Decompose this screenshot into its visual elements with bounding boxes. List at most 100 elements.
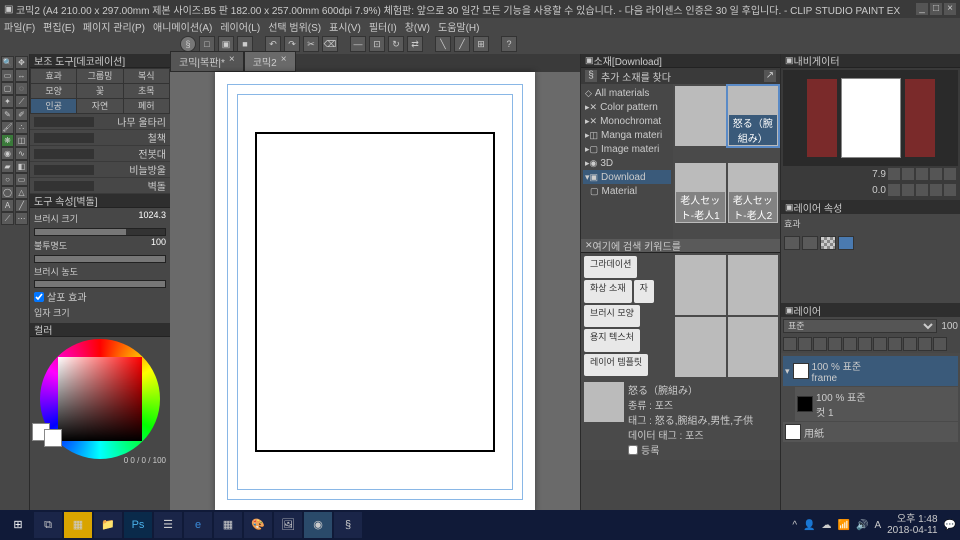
tray-people-icon[interactable]: 👤 xyxy=(803,520,815,531)
tray-up-icon[interactable]: ^ xyxy=(792,520,797,531)
add-material-icon[interactable]: § xyxy=(585,70,597,82)
layer-tool-icon[interactable] xyxy=(828,337,842,351)
taskbar-app[interactable]: § xyxy=(334,512,362,538)
snap-icon[interactable]: ⊞ xyxy=(473,36,489,52)
taskbar-app[interactable]: ▦ xyxy=(64,512,92,538)
open-button[interactable]: ▣ xyxy=(218,36,234,52)
ruler-tool[interactable]: △ xyxy=(15,186,28,199)
line-tool[interactable]: ╱ xyxy=(15,199,28,212)
taskbar-app[interactable]: 📁 xyxy=(94,512,122,538)
taskbar-app[interactable]: e xyxy=(184,512,212,538)
text-tool[interactable]: A xyxy=(1,199,14,212)
document-tab[interactable]: 코믹2× xyxy=(244,51,296,72)
menu-layer[interactable]: 레이어(L) xyxy=(220,19,260,34)
operation-tool[interactable]: ▭ xyxy=(1,69,14,82)
layer-item[interactable]: 100 % 표준컷 1 xyxy=(795,387,958,421)
rotate-icon[interactable]: ↻ xyxy=(388,36,404,52)
new-button[interactable]: □ xyxy=(199,36,215,52)
blend-tool[interactable]: ◉ xyxy=(1,147,14,160)
nav-zoom-value[interactable]: 7.9 xyxy=(872,169,886,180)
close-button[interactable]: × xyxy=(944,3,956,15)
delete-button[interactable]: ⌫ xyxy=(322,36,338,52)
page[interactable] xyxy=(215,72,535,512)
tag-chip[interactable]: 화상 소재 xyxy=(584,280,632,302)
subtool-tab[interactable]: 복식 xyxy=(124,69,169,83)
layer-tool-icon[interactable] xyxy=(903,337,917,351)
subtool-tab[interactable]: 폐허 xyxy=(124,99,169,113)
color-swatches[interactable] xyxy=(32,423,62,447)
nav-100-icon[interactable] xyxy=(930,168,942,180)
tree-item[interactable]: ▸◉ 3D xyxy=(583,156,671,170)
nav-zoom-out-icon[interactable] xyxy=(888,168,900,180)
material-thumb[interactable] xyxy=(728,317,779,377)
grid-icon[interactable]: ╱ xyxy=(454,36,470,52)
gradient-tool[interactable]: ◧ xyxy=(15,160,28,173)
start-button[interactable]: ⊞ xyxy=(4,512,32,538)
subtool-tab[interactable]: 꽃 xyxy=(77,84,122,98)
density-slider[interactable] xyxy=(34,280,166,288)
pencil-tool[interactable]: ✐ xyxy=(15,108,28,121)
tab-close-icon[interactable]: × xyxy=(229,54,235,69)
clip-studio-icon[interactable]: § xyxy=(180,36,196,52)
taskbar-app[interactable]: 🎨 xyxy=(244,512,272,538)
tree-item[interactable]: ▸◫ Manga materi xyxy=(583,128,671,142)
minimize-button[interactable]: _ xyxy=(916,3,928,15)
subtool-tab[interactable]: 자연 xyxy=(77,99,122,113)
layer-opacity-value[interactable]: 100 xyxy=(941,321,958,332)
brush-size-value[interactable]: 1024.3 xyxy=(138,210,166,227)
effect-color-icon[interactable] xyxy=(838,236,854,250)
tree-item[interactable]: ▸▢ Image materi xyxy=(583,142,671,156)
layer-tool-icon[interactable] xyxy=(813,337,827,351)
liquify-tool[interactable]: ∿ xyxy=(15,147,28,160)
search-header[interactable]: ✕ 여기에 검색 키워드를 xyxy=(581,239,780,253)
brush-item[interactable]: 나무 울타리 xyxy=(30,114,170,130)
cut-button[interactable]: ✂ xyxy=(303,36,319,52)
material-thumb[interactable] xyxy=(675,317,726,377)
scatter-checkbox[interactable]: 살포 효과 xyxy=(34,289,166,304)
register-checkbox[interactable]: 등록 xyxy=(628,442,753,457)
maximize-button[interactable]: □ xyxy=(930,3,942,15)
eraser-tool[interactable]: ◫ xyxy=(15,134,28,147)
save-button[interactable]: ■ xyxy=(237,36,253,52)
tab-close-icon[interactable]: × xyxy=(281,54,287,69)
help-button[interactable]: ? xyxy=(501,36,517,52)
navigator-thumb[interactable] xyxy=(841,78,901,158)
canvas-area[interactable] xyxy=(170,72,580,512)
material-thumb[interactable] xyxy=(675,255,726,315)
document-tab[interactable]: 코믹|복판|*× xyxy=(170,51,244,72)
tray-ime-icon[interactable]: A xyxy=(874,520,881,531)
tree-item[interactable]: ◇ All materials xyxy=(583,86,671,100)
tag-chip[interactable]: 그라데이션 xyxy=(584,256,637,278)
tree-item[interactable]: ▸✕ Color pattern xyxy=(583,100,671,114)
menu-window[interactable]: 창(W) xyxy=(405,19,430,34)
layer-item[interactable]: ▾ 100 % 표준frame xyxy=(783,356,958,386)
tag-chip[interactable]: 브러시 모양 xyxy=(584,305,640,327)
brush-tool[interactable]: 🖌 xyxy=(1,121,14,134)
nav-icon[interactable] xyxy=(930,184,942,196)
layer-tool-icon[interactable] xyxy=(783,337,797,351)
move-tool[interactable]: ✥ xyxy=(15,56,28,69)
flip-icon[interactable]: ⇄ xyxy=(407,36,423,52)
subtool-tab[interactable]: 그룹밍 xyxy=(77,69,122,83)
notification-icon[interactable]: 💬 xyxy=(944,520,956,531)
material-thumb[interactable] xyxy=(728,255,779,315)
subtool-tab[interactable]: 효과 xyxy=(31,69,76,83)
nav-fit-icon[interactable] xyxy=(916,168,928,180)
taskview-icon[interactable]: ⧉ xyxy=(34,512,62,538)
taskbar-app[interactable]: ◉ xyxy=(304,512,332,538)
material-expand-icon[interactable]: ↗ xyxy=(764,70,776,82)
menu-view[interactable]: 표시(V) xyxy=(329,19,361,34)
layer-tool-icon[interactable] xyxy=(873,337,887,351)
nav-icon[interactable] xyxy=(944,168,956,180)
nav-angle-value[interactable]: 0.0 xyxy=(872,185,886,196)
fill-tool[interactable]: ▰ xyxy=(1,160,14,173)
material-thumb[interactable]: 老人セット-老人1 xyxy=(675,163,726,223)
wand-tool[interactable]: ✦ xyxy=(1,95,14,108)
ruler-icon[interactable]: ╲ xyxy=(435,36,451,52)
nav-icon[interactable] xyxy=(944,184,956,196)
nav-zoom-in-icon[interactable] xyxy=(902,168,914,180)
menu-edit[interactable]: 편집(E) xyxy=(43,19,75,34)
decoration-tool[interactable]: ❋ xyxy=(1,134,14,147)
opacity-slider[interactable] xyxy=(34,255,166,263)
add-material-label[interactable]: 추가 소재를 찾다 xyxy=(601,69,671,84)
